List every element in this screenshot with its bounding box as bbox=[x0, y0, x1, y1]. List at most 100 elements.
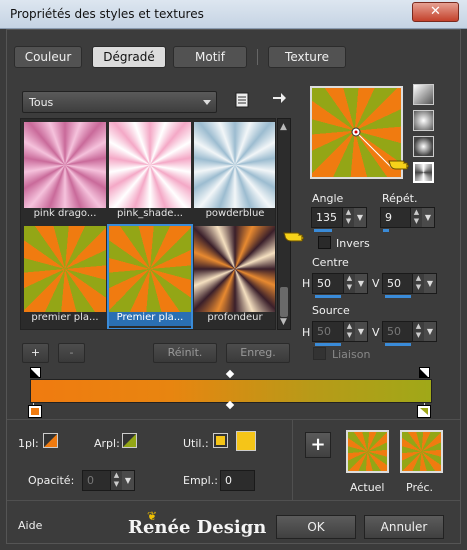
opacity-stop-end[interactable] bbox=[419, 367, 430, 378]
location-label: Empl.: bbox=[183, 474, 218, 487]
previous-style-preview[interactable] bbox=[400, 430, 443, 473]
gradient-item-pink-dragon[interactable]: pink drago... bbox=[24, 122, 106, 224]
center-h-slider-bar[interactable] bbox=[315, 295, 341, 298]
angle-spinbox[interactable]: 135 ▲ ▼ ▼ bbox=[311, 207, 367, 232]
sunburst-style-icon[interactable] bbox=[413, 162, 434, 183]
scroll-down-icon[interactable]: ▼ bbox=[280, 317, 287, 327]
chevron-down-icon[interactable]: ▼ bbox=[355, 322, 367, 341]
gradient-item-premier-plan-selected[interactable]: Premier pla... bbox=[107, 224, 193, 329]
opacity-spinbox[interactable]: 0 ▲ ▼ ▼ bbox=[82, 470, 135, 491]
foreground-label: 1pl: bbox=[18, 437, 39, 450]
source-v-spinbox[interactable]: 50 ▲ ▼ ▼ bbox=[382, 321, 437, 346]
user-stop-swatch[interactable] bbox=[213, 433, 228, 448]
background-stop-swatch[interactable] bbox=[122, 433, 137, 448]
spin-arrows-icon[interactable]: ▲ ▼ bbox=[343, 274, 355, 293]
add-gradient-button[interactable]: + bbox=[22, 343, 49, 363]
scroll-up-icon[interactable]: ▲ bbox=[280, 122, 287, 132]
user-color-label: Util.: bbox=[183, 437, 209, 450]
spin-arrows-icon[interactable]: ▲ ▼ bbox=[412, 274, 424, 293]
spin-arrows-icon[interactable]: ▲ ▼ bbox=[410, 208, 422, 227]
help-link[interactable]: Aide bbox=[18, 519, 42, 532]
opacity-value: 0 bbox=[87, 474, 94, 487]
current-style-preview[interactable] bbox=[346, 430, 389, 473]
foreground-stop-swatch[interactable] bbox=[43, 433, 58, 448]
gradient-item-premier-plan[interactable]: premier pla... bbox=[24, 226, 106, 328]
gradient-item-powderblue[interactable]: powderblue bbox=[194, 122, 275, 224]
current-style-swatch bbox=[348, 432, 387, 471]
user-color-picker[interactable] bbox=[236, 431, 256, 451]
link-label: Liaison bbox=[332, 348, 371, 361]
linear-style-icon[interactable] bbox=[413, 84, 434, 105]
gradient-item-label: profondeur bbox=[207, 312, 263, 323]
gradient-item-label: pink_shade... bbox=[117, 208, 183, 219]
gradient-item-profondeur[interactable]: profondeur bbox=[194, 226, 275, 328]
gradient-thumbnail bbox=[109, 122, 191, 208]
cancel-button[interactable]: Annuler bbox=[364, 515, 444, 539]
reset-button[interactable]: Réinit. bbox=[153, 343, 217, 363]
chevron-down-icon[interactable]: ▼ bbox=[354, 208, 366, 227]
link-checkbox[interactable] bbox=[313, 347, 326, 360]
color-stop-end[interactable] bbox=[417, 405, 431, 418]
gradient-library-grid: pink drago... pink_shade... powderblue p… bbox=[20, 118, 276, 330]
save-button[interactable]: Enreg. bbox=[226, 343, 290, 363]
close-button[interactable]: ✕ bbox=[412, 2, 459, 22]
spin-arrows-icon[interactable]: ▲ ▼ bbox=[110, 471, 122, 490]
hand-pointer-icon bbox=[283, 224, 311, 246]
center-v-spinbox[interactable]: 50 ▲ ▼ ▼ bbox=[382, 273, 437, 298]
chevron-down-icon[interactable]: ▼ bbox=[122, 471, 134, 490]
opacity-stop-start[interactable] bbox=[30, 367, 41, 378]
library-list-icon[interactable] bbox=[234, 92, 250, 110]
window-title: Propriétés des styles et textures bbox=[10, 7, 204, 21]
spin-arrows-icon[interactable]: ▲ ▼ bbox=[343, 322, 355, 341]
title-bar: Propriétés des styles et textures ✕ bbox=[0, 0, 467, 29]
repeat-label: Répét. bbox=[382, 192, 418, 205]
add-to-swatches-button[interactable]: + bbox=[305, 432, 331, 458]
source-h-spinbox[interactable]: 50 ▲ ▼ ▼ bbox=[312, 321, 368, 346]
arrow-right-icon[interactable] bbox=[270, 90, 288, 110]
rectangular-style-icon[interactable] bbox=[413, 110, 434, 131]
center-h-value: 50 bbox=[317, 277, 331, 290]
gradient-bar[interactable] bbox=[30, 379, 432, 403]
scrollbar-thumb[interactable] bbox=[280, 287, 288, 317]
divider bbox=[292, 420, 293, 500]
gradient-thumbnail bbox=[194, 226, 275, 312]
divider bbox=[7, 419, 460, 420]
center-v-label: V bbox=[372, 277, 380, 290]
center-h-spinbox[interactable]: 50 ▲ ▼ ▼ bbox=[312, 273, 368, 298]
angle-slider-bar[interactable] bbox=[314, 229, 332, 232]
source-h-slider-bar[interactable] bbox=[315, 343, 341, 346]
invert-checkbox[interactable] bbox=[318, 236, 331, 249]
source-v-slider-bar[interactable] bbox=[385, 343, 411, 346]
remove-gradient-button[interactable]: - bbox=[58, 343, 85, 363]
tab-couleur[interactable]: Couleur bbox=[14, 46, 82, 68]
angle-label: Angle bbox=[312, 192, 344, 205]
tab-motif[interactable]: Motif bbox=[173, 46, 247, 68]
gradient-item-label: powderblue bbox=[205, 208, 265, 219]
center-h-label: H bbox=[302, 277, 311, 290]
hand-pointer-icon bbox=[388, 152, 416, 174]
tab-degrade[interactable]: Dégradé bbox=[92, 46, 166, 68]
repeat-value: 9 bbox=[385, 211, 392, 224]
gradient-item-label: pink drago... bbox=[33, 208, 97, 219]
chevron-down-icon[interactable]: ▼ bbox=[355, 274, 367, 293]
spin-arrows-icon[interactable]: ▲ ▼ bbox=[412, 322, 424, 341]
chevron-down-icon[interactable]: ▼ bbox=[424, 274, 436, 293]
center-v-slider-bar[interactable] bbox=[385, 295, 411, 298]
gradient-item-pink-shade[interactable]: pink_shade... bbox=[109, 122, 191, 224]
gradient-thumbnail bbox=[109, 226, 191, 312]
radial-style-icon[interactable] bbox=[413, 136, 434, 157]
color-stop-start[interactable] bbox=[28, 405, 42, 418]
angle-value: 135 bbox=[316, 211, 337, 224]
category-dropdown[interactable]: Tous bbox=[22, 91, 217, 113]
chevron-down-icon[interactable]: ▼ bbox=[422, 208, 434, 227]
previous-label: Préc. bbox=[406, 481, 434, 494]
gradient-thumbnail bbox=[194, 122, 275, 208]
chevron-down-icon[interactable]: ▼ bbox=[424, 322, 436, 341]
location-input[interactable]: 0 bbox=[220, 470, 255, 491]
repeat-slider-bar[interactable] bbox=[383, 229, 389, 232]
spin-arrows-icon[interactable]: ▲ ▼ bbox=[342, 208, 354, 227]
tab-texture[interactable]: Texture bbox=[268, 46, 346, 68]
ok-button[interactable]: OK bbox=[276, 515, 356, 539]
repeat-spinbox[interactable]: 9 ▲ ▼ ▼ bbox=[380, 207, 435, 232]
chevron-down-icon bbox=[203, 100, 211, 105]
